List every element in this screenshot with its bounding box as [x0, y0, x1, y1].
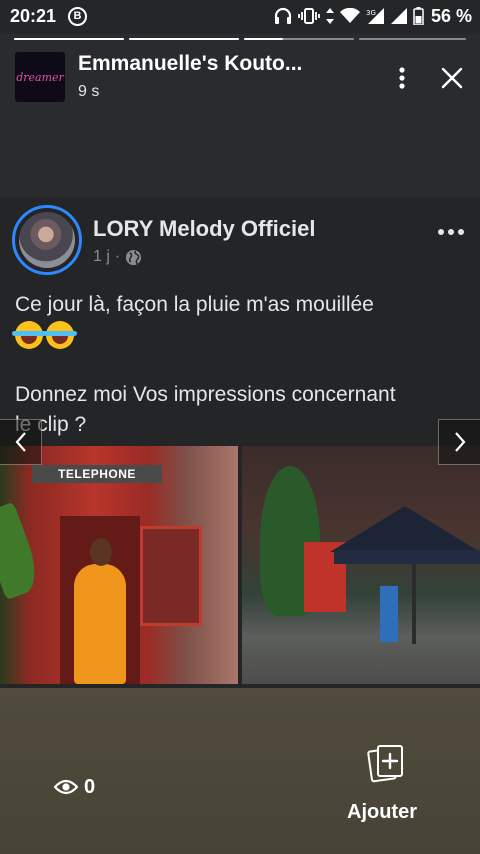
- person-head: [90, 538, 112, 566]
- story-progress-fill: [14, 38, 124, 40]
- post-more-icon[interactable]: [438, 227, 466, 237]
- battery-icon: [413, 7, 424, 25]
- chevron-right-icon: [454, 432, 465, 452]
- shared-post-card[interactable]: LORY Melody Officiel 1 j · Ce jour là, f…: [0, 197, 480, 688]
- signal-icon: [390, 8, 407, 24]
- svg-text:3G: 3G: [366, 9, 376, 17]
- status-icons: 3G 56 %: [273, 5, 472, 27]
- status-time: 20:21: [10, 6, 57, 26]
- previous-story-button[interactable]: [0, 419, 42, 465]
- story-progress-segment: [244, 38, 354, 40]
- story-footer: 0 Ajouter: [0, 688, 480, 854]
- signal-3g-icon: 3G: [366, 8, 384, 24]
- notification-badge-icon: B: [68, 7, 87, 26]
- tent-pole: [412, 564, 416, 644]
- post-photo-film-set[interactable]: [242, 446, 480, 684]
- next-story-button[interactable]: [438, 419, 480, 465]
- post-meta: 1 j ·: [93, 247, 142, 267]
- vibrate-icon: [298, 8, 320, 24]
- more-options-icon[interactable]: [390, 66, 414, 90]
- story-author-avatar[interactable]: dreamer: [15, 52, 65, 102]
- palm-leaf: [0, 501, 45, 601]
- story-progress-fill: [129, 38, 239, 40]
- viewers-button[interactable]: 0: [54, 776, 95, 798]
- post-author-avatar[interactable]: [12, 205, 82, 275]
- face-with-tears-of-joy-icon: [12, 321, 46, 349]
- story-progress-fill: [244, 38, 283, 40]
- face-with-tears-of-joy-icon: [43, 321, 77, 349]
- eye-icon: [54, 779, 78, 795]
- booth-sign: TELEPHONE: [32, 465, 162, 483]
- story-progress-bars: [14, 38, 466, 41]
- person-figure: [74, 564, 126, 684]
- battery-percent: 56 %: [430, 5, 472, 26]
- post-timestamp: 1 j: [93, 248, 110, 265]
- story-timestamp: 9 s: [78, 83, 100, 100]
- story-header: dreamer Emmanuelle's Kouto... 9 s: [0, 46, 480, 110]
- add-to-story-label[interactable]: Ajouter: [347, 801, 417, 824]
- views-count: 0: [84, 775, 96, 798]
- post-avatar-photo: [19, 212, 75, 268]
- post-image-gallery: TELEPHONE: [0, 446, 480, 684]
- post-text-line: Donnez moi Vos impressions concernant: [15, 383, 396, 406]
- tent-skirt: [334, 550, 480, 564]
- story-author-name[interactable]: Emmanuelle's Kouto...: [78, 52, 302, 76]
- headphones-icon: [274, 7, 292, 24]
- equipment-stand: [380, 586, 398, 642]
- chevron-left-icon: [15, 432, 26, 452]
- wifi-icon: [339, 8, 360, 23]
- data-transfer-icon: [325, 8, 334, 24]
- post-author-name[interactable]: LORY Melody Officiel: [93, 216, 315, 242]
- story-progress-segment: [129, 38, 239, 40]
- post-text-line: Ce jour là, façon la pluie m'as mouillée: [15, 293, 374, 316]
- post-text: Ce jour là, façon la pluie m'as mouillée…: [12, 290, 470, 440]
- emoji-row: [12, 320, 470, 350]
- story-progress-segment: [359, 38, 466, 40]
- close-icon[interactable]: [440, 66, 464, 90]
- add-to-story-icon[interactable]: [366, 744, 406, 784]
- post-photo-phone-booth[interactable]: TELEPHONE: [0, 446, 238, 684]
- tent-roof: [330, 506, 480, 552]
- status-bar: 20:21 B 3G 56 %: [0, 0, 480, 34]
- story-avatar-logo: dreamer: [16, 70, 64, 84]
- globe-icon: [126, 249, 142, 265]
- story-progress-segment: [14, 38, 124, 40]
- post-text-line: le clip ?: [15, 413, 87, 436]
- booth-window: [140, 526, 202, 626]
- meta-separator: ·: [114, 248, 121, 265]
